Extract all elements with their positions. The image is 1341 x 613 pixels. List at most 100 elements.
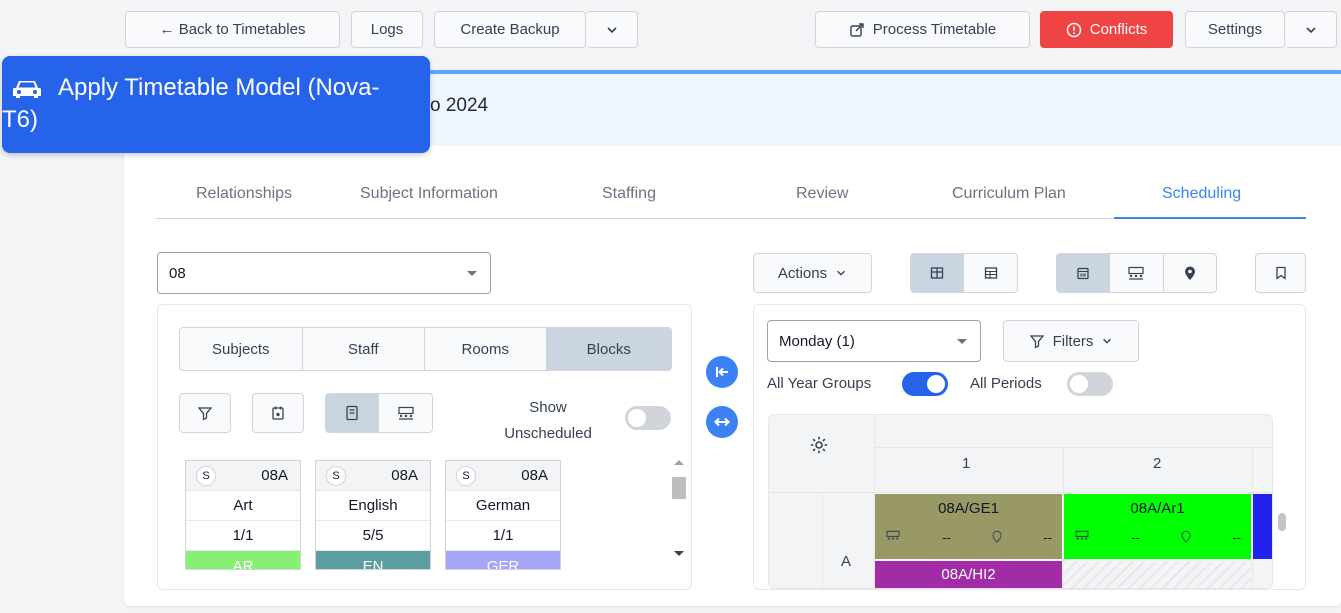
card-group: 08A [391,467,418,484]
map-pin-icon [1184,266,1195,280]
group-select-value: 08 [169,265,186,282]
view-toggle-group [325,393,433,433]
card-group: 08A [521,467,548,484]
classroom-display-button[interactable] [1110,254,1164,292]
classroom-icon [886,530,900,540]
settings-label: Settings [1207,21,1263,38]
blue-cell-edge[interactable] [1253,494,1272,559]
table-icon [930,267,944,279]
backup-dropdown-button[interactable] [586,11,638,48]
empty-slot[interactable] [1064,561,1251,588]
apply-model-overlay: Apply Timetable Model (Nova-T6) [2,56,430,153]
period-header-divider [874,447,1272,448]
card-subject: German [446,491,560,521]
display-toggle-group [1056,253,1217,293]
classroom-view-button[interactable] [379,394,432,432]
actions-button[interactable]: Actions [753,253,872,293]
group-select[interactable]: 08 [157,252,491,294]
lesson-title: 08A/GE1 [938,500,999,517]
gear-icon [810,436,828,454]
location-display-button[interactable] [1164,254,1216,292]
s-badge: S [196,465,216,486]
segment-staff[interactable]: Staff [303,328,425,370]
grid-view-button[interactable] [911,254,965,292]
alert-circle-icon [1066,22,1081,37]
calendar-view-button[interactable] [1057,254,1111,292]
move-left-button[interactable] [706,356,738,388]
scroll-thumb[interactable] [672,477,686,499]
calendar-star-button[interactable] [252,393,304,433]
logs-button[interactable]: Logs [351,11,423,48]
caret-down-icon [467,271,477,276]
chevron-down-icon [1103,338,1112,344]
left-segment-control: Subjects Staff Rooms Blocks [179,327,672,371]
tab-review[interactable]: Review [796,185,848,203]
lesson-cell[interactable]: 08A/Ar1 -- -- [1064,494,1251,559]
rows-view-button[interactable] [964,254,1017,292]
grid-settings-button[interactable] [809,435,829,455]
grid-row-header-divider [822,493,823,588]
overlay-title: Apply Timetable Model (Nova-T6) [2,74,380,133]
filters-label: Filters [1052,332,1094,350]
create-backup-button[interactable]: Create Backup [434,11,586,48]
chevron-down-icon [606,26,617,33]
row-label-a: A [841,553,852,570]
chevron-down-icon [837,270,846,276]
classroom-icon [1075,530,1089,540]
s-badge: S [326,465,346,486]
day-select[interactable]: Monday (1) [767,320,981,362]
card-code: EN [316,551,430,569]
period-header-1: 1 [962,455,971,472]
tab-subject-information[interactable]: Subject Information [360,185,498,203]
grid-vscroll-thumb[interactable] [1278,513,1286,531]
bookmark-icon [1275,266,1286,280]
left-panel: Subjects Staff Rooms Blocks Show Unsched… [157,304,692,590]
back-label: ← Back to Timetables [159,21,306,38]
filter-icon [197,407,213,421]
filters-button[interactable]: Filters [1003,320,1139,362]
room-value: -- [1131,530,1140,545]
subject-card[interactable]: S 08A English 5/5 EN [315,460,431,570]
map-pin-icon [992,530,1002,543]
right-panel: Monday (1) Filters All Year Groups All P… [753,304,1306,590]
segment-rooms[interactable]: Rooms [425,328,547,370]
settings-dropdown-button[interactable] [1285,11,1337,48]
show-unscheduled-toggle[interactable] [625,406,671,430]
all-year-groups-toggle[interactable] [902,372,948,396]
actions-label: Actions [777,264,828,282]
card-count: 1/1 [186,521,300,551]
all-periods-toggle[interactable] [1067,372,1113,396]
table-rows-icon [984,267,997,279]
tab-relationships[interactable]: Relationships [196,185,292,203]
card-code: AR [186,551,300,569]
lesson-cell[interactable]: 08A/GE1 -- -- [875,494,1062,559]
process-timetable-button[interactable]: Process Timetable [815,11,1030,48]
bookmark-button[interactable] [1255,253,1306,293]
calendar-star-icon [272,406,284,420]
back-to-timetables-button[interactable]: ← Back to Timetables [125,11,340,48]
subject-card[interactable]: S 08A German 1/1 GER [445,460,561,570]
tab-active-indicator [1114,217,1306,219]
tab-scheduling[interactable]: Scheduling [1162,185,1241,203]
left-scrollbar[interactable] [669,455,689,571]
settings-button[interactable]: Settings [1185,11,1285,48]
segment-blocks[interactable]: Blocks [546,328,671,370]
swap-button[interactable] [706,406,738,438]
tab-staffing[interactable]: Staffing [602,185,656,203]
card-count: 5/5 [316,521,430,551]
scroll-up-icon [674,460,684,465]
conflicts-button[interactable]: Conflicts [1040,11,1173,48]
classroom-icon [397,406,414,420]
card-count: 1/1 [446,521,560,551]
lesson-cell[interactable]: 08A/HI2 [875,561,1062,588]
layout-toggle-group [910,253,1018,293]
lesson-title: 08A/Ar1 [1130,500,1185,517]
list-view-button[interactable] [326,394,380,432]
filter-button[interactable] [179,393,231,433]
subject-card[interactable]: S 08A Art 1/1 AR [185,460,301,570]
tab-curriculum-plan[interactable]: Curriculum Plan [952,185,1066,203]
location-value: -- [1043,530,1052,545]
classroom-icon [1128,266,1145,280]
share-icon [850,22,864,37]
segment-subjects[interactable]: Subjects [180,328,303,370]
